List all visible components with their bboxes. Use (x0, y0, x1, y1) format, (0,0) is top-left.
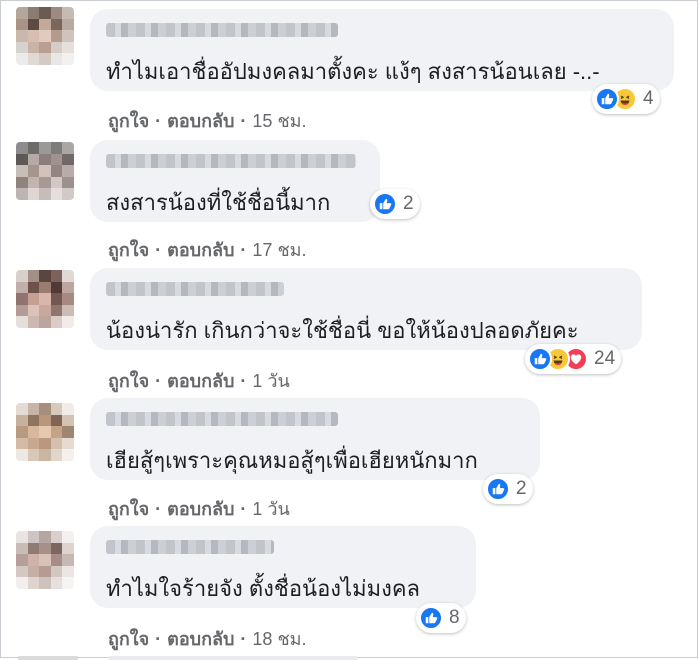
reaction-summary[interactable]: 24 (525, 344, 622, 374)
comment: ทำไมใจร้ายจัง ตั้งชื่อน้องไม่มงคล 8 ถูกใ… (0, 520, 700, 656)
reply-button[interactable]: ตอบกลับ (167, 371, 234, 391)
reaction-count: 8 (449, 607, 460, 628)
comment: น้องน่ารัก เกินกว่าจะใช้ชื่อนี่ ขอให้น้อ… (0, 260, 700, 391)
blurred-author-name[interactable] (106, 154, 356, 168)
reaction-summary[interactable]: 4 (592, 84, 660, 114)
comment-actions: ถูกใจ · ตอบกลับ · 18 ชม. (108, 629, 307, 649)
reaction-summary[interactable]: 2 (483, 474, 533, 504)
reaction-count: 2 (403, 193, 414, 214)
timestamp[interactable]: 15 ชม. (252, 111, 306, 131)
like-icon (528, 347, 552, 371)
next-avatar-edge (18, 656, 78, 660)
reaction-summary[interactable]: 2 (370, 189, 420, 219)
like-button[interactable]: ถูกใจ (108, 111, 149, 131)
comment-bubble: เฮียสู้ๆเพราะคุณหมอสู้ๆเพื่อเฮียหนักมาก (90, 398, 540, 480)
avatar[interactable] (16, 270, 74, 328)
comment-bubble: น้องน่ารัก เกินกว่าจะใช้ชื่อนี่ ขอให้น้อ… (90, 268, 642, 350)
reaction-count: 24 (594, 348, 616, 369)
reaction-count: 4 (643, 88, 654, 109)
comment-text: สงสารน้องที่ใช้ชื่อนี้มาก (106, 190, 331, 215)
comment-actions: ถูกใจ · ตอบกลับ · 1 วัน (108, 499, 290, 519)
reply-button[interactable]: ตอบกลับ (167, 111, 234, 131)
timestamp[interactable]: 1 วัน (252, 499, 289, 519)
comment-text: น้องน่ารัก เกินกว่าจะใช้ชื่อนี่ ขอให้น้อ… (106, 318, 579, 343)
comment-text: ทำไมใจร้ายจัง ตั้งชื่อน้องไม่มงคล (106, 576, 421, 601)
blurred-author-name[interactable] (106, 23, 338, 37)
reply-button[interactable]: ตอบกลับ (167, 499, 234, 519)
comment-bubble: ทำไมเอาชื่ออัปมงคลมาตั้งคะ แง้ๆ สงสารน้อ… (90, 9, 674, 91)
like-icon (595, 87, 619, 111)
timestamp[interactable]: 1 วัน (252, 371, 289, 391)
comment: สงสารน้องที่ใช้ชื่อนี้มาก 2 ถูกใจ · ตอบกลั… (0, 130, 700, 260)
comment-bubble: ทำไมใจร้ายจัง ตั้งชื่อน้องไม่มงคล (90, 526, 476, 608)
like-button[interactable]: ถูกใจ (108, 371, 149, 391)
next-bubble-edge (108, 656, 358, 660)
like-icon (373, 192, 397, 216)
blurred-author-name[interactable] (106, 282, 284, 296)
timestamp[interactable]: 17 ชม. (252, 240, 306, 260)
comment-text: ทำไมเอาชื่ออัปมงคลมาตั้งคะ แง้ๆ สงสารน้อ… (106, 59, 600, 84)
like-button[interactable]: ถูกใจ (108, 629, 149, 649)
avatar[interactable] (16, 403, 74, 461)
like-icon (486, 477, 510, 501)
like-button[interactable]: ถูกใจ (108, 499, 149, 519)
reaction-count: 2 (516, 478, 527, 499)
comment-bubble: สงสารน้องที่ใช้ชื่อนี้มาก (90, 140, 380, 222)
blurred-author-name[interactable] (106, 412, 338, 426)
timestamp[interactable]: 18 ชม. (252, 629, 306, 649)
comment: ทำไมเอาชื่ออัปมงคลมาตั้งคะ แง้ๆ สงสารน้อ… (0, 0, 700, 131)
avatar[interactable] (16, 531, 74, 589)
avatar[interactable] (16, 142, 74, 200)
reaction-summary[interactable]: 8 (416, 603, 466, 633)
like-icon (419, 606, 443, 630)
avatar[interactable] (16, 7, 74, 65)
comment-text: เฮียสู้ๆเพราะคุณหมอสู้ๆเพื่อเฮียหนักมาก (106, 448, 478, 473)
reply-button[interactable]: ตอบกลับ (167, 240, 234, 260)
like-button[interactable]: ถูกใจ (108, 240, 149, 260)
blurred-author-name[interactable] (106, 540, 274, 554)
reply-button[interactable]: ตอบกลับ (167, 629, 234, 649)
comment: เฮียสู้ๆเพราะคุณหมอสู้ๆเพื่อเฮียหนักมาก … (0, 390, 700, 520)
